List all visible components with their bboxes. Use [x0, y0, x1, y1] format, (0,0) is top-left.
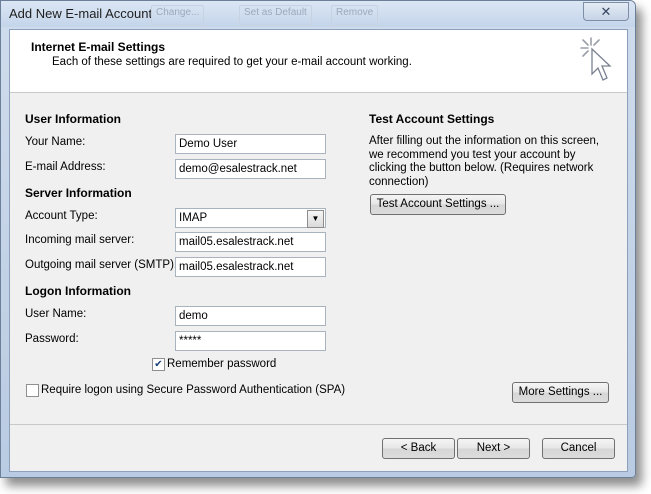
close-button[interactable]: ✕: [583, 2, 629, 21]
checkmark-icon: ✔: [154, 359, 163, 370]
email-address-label: E-mail Address:: [25, 161, 106, 173]
account-type-label: Account Type:: [25, 210, 98, 222]
chevron-down-icon[interactable]: ▼: [307, 210, 324, 228]
incoming-server-input[interactable]: mail05.esalestrack.net: [175, 232, 326, 252]
logon-information-heading: Logon Information: [25, 284, 131, 298]
page-title: Internet E-mail Settings: [31, 40, 166, 54]
user-information-heading: User Information: [25, 112, 122, 126]
next-button[interactable]: Next >: [457, 438, 530, 459]
test-account-description: After filling out the information on thi…: [369, 135, 600, 188]
background-set-default-button: Set as Default: [239, 5, 312, 25]
remember-password-label: Remember password: [167, 358, 277, 370]
email-address-input[interactable]: demo@esalestrack.net: [175, 159, 326, 179]
password-input[interactable]: *****: [175, 331, 326, 351]
user-name-input[interactable]: demo: [175, 306, 326, 326]
more-settings-button[interactable]: More Settings ...: [512, 382, 609, 403]
your-name-label: Your Name:: [25, 136, 86, 148]
dialog-client-area: Internet E-mail Settings Each of these s…: [9, 29, 628, 472]
your-name-input[interactable]: Demo User: [175, 134, 326, 154]
spa-label: Require logon using Secure Password Auth…: [41, 384, 346, 396]
outgoing-server-input[interactable]: mail05.esalestrack.net: [175, 257, 326, 277]
user-name-label: User Name:: [25, 308, 87, 320]
password-label: Password:: [25, 333, 79, 345]
background-change-button: Change...: [151, 5, 205, 25]
spa-checkbox[interactable]: [26, 384, 39, 397]
dialog-window: Add New E-mail Account Change... Set as …: [0, 0, 636, 478]
incoming-server-label: Incoming mail server:: [25, 234, 135, 246]
window-title: Add New E-mail Account: [9, 6, 153, 21]
remember-password-checkbox[interactable]: ✔: [152, 358, 165, 371]
account-type-value: IMAP: [179, 212, 208, 224]
header-band: Internet E-mail Settings Each of these s…: [10, 30, 627, 93]
back-button[interactable]: < Back: [382, 438, 455, 459]
server-information-heading: Server Information: [25, 186, 132, 200]
test-account-settings-button[interactable]: Test Account Settings ...: [370, 194, 506, 215]
background-remove-button: Remove: [331, 5, 379, 25]
page-subtitle: Each of these settings are required to g…: [52, 56, 412, 68]
test-account-heading: Test Account Settings: [369, 112, 495, 126]
account-type-select[interactable]: IMAP ▼: [175, 208, 326, 228]
footer-divider: [10, 424, 627, 425]
sparkle-cursor-icon: [580, 37, 612, 81]
cancel-button[interactable]: Cancel: [542, 438, 615, 459]
close-icon: ✕: [600, 3, 612, 19]
outgoing-server-label: Outgoing mail server (SMTP):: [25, 259, 178, 271]
title-bar[interactable]: Add New E-mail Account Change... Set as …: [1, 1, 635, 27]
